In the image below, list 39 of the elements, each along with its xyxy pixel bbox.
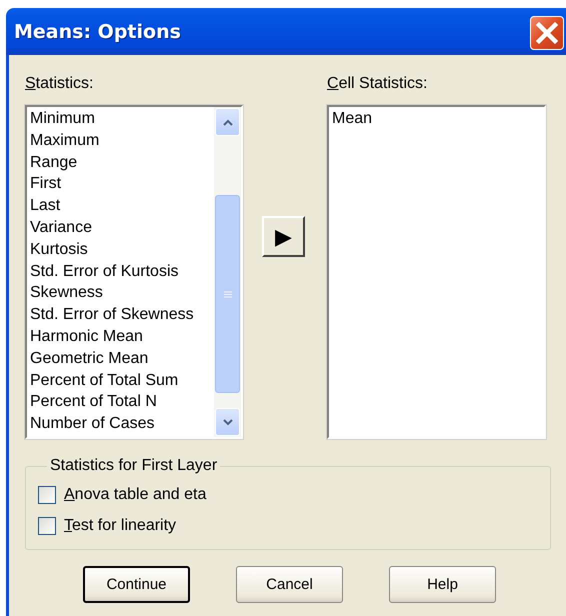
list-item[interactable]: Geometric Mean	[30, 348, 214, 370]
list-item[interactable]: Percent of Total N	[30, 391, 214, 414]
chevron-up-icon	[222, 118, 232, 126]
list-item[interactable]: Range	[30, 152, 214, 174]
close-button[interactable]	[530, 16, 564, 50]
dialog-button[interactable]: Cancel	[236, 566, 343, 603]
list-item[interactable]: Variance	[30, 216, 214, 239]
list-item[interactable]: Kurtosis	[30, 238, 214, 261]
move-button[interactable]: ▶	[262, 216, 305, 257]
list-item[interactable]: Last	[30, 195, 214, 217]
statistics-label: Statistics:	[25, 75, 94, 94]
chevron-down-icon	[222, 418, 232, 426]
list-item[interactable]: Harmonic Mean	[30, 326, 214, 348]
statistics-list[interactable]: Minimum Maximum Range First Last Variance Kurtosis Std. Error of Kurtosis Skewness Std. Error of Skewness Harmonic Mean Geometric Mean Percent of Total Sum Percent of Total N Number of Cases	[25, 105, 243, 439]
list-item[interactable]: Number of Cases	[30, 413, 214, 435]
dialog-button[interactable]: Continue	[83, 566, 190, 603]
list-item[interactable]: Std. Error of Skewness	[30, 304, 214, 326]
checkbox-label[interactable]: Test for linearity	[64, 516, 176, 534]
list-item[interactable]: Mean	[332, 108, 544, 130]
checkbox[interactable]	[38, 486, 56, 504]
scroll-up-button[interactable]	[215, 108, 240, 136]
checkbox[interactable]	[38, 516, 56, 534]
list-item[interactable]: Minimum	[30, 108, 214, 130]
list-item[interactable]: Maximum	[30, 130, 214, 152]
window-title: Means: Options	[14, 20, 181, 42]
list-item[interactable]: Std. Error of Kurtosis	[30, 260, 214, 282]
cell-statistics-label: Cell Statistics:	[327, 75, 428, 94]
list-item[interactable]: Skewness	[30, 282, 214, 304]
grip-icon	[224, 290, 232, 298]
list-item[interactable]: Percent of Total Sum	[30, 370, 214, 392]
dialog-button[interactable]: Help	[389, 566, 496, 603]
list-item[interactable]: First	[30, 173, 214, 196]
group-title: Statistics for First Layer	[49, 457, 218, 475]
close-icon	[534, 20, 560, 46]
scrollbar[interactable]	[214, 107, 241, 437]
cell-statistics-list[interactable]: Mean	[327, 105, 546, 439]
scroll-thumb[interactable]	[215, 195, 240, 393]
scroll-down-button[interactable]	[215, 408, 240, 436]
checkbox-label[interactable]: Anova table and eta	[64, 486, 206, 504]
